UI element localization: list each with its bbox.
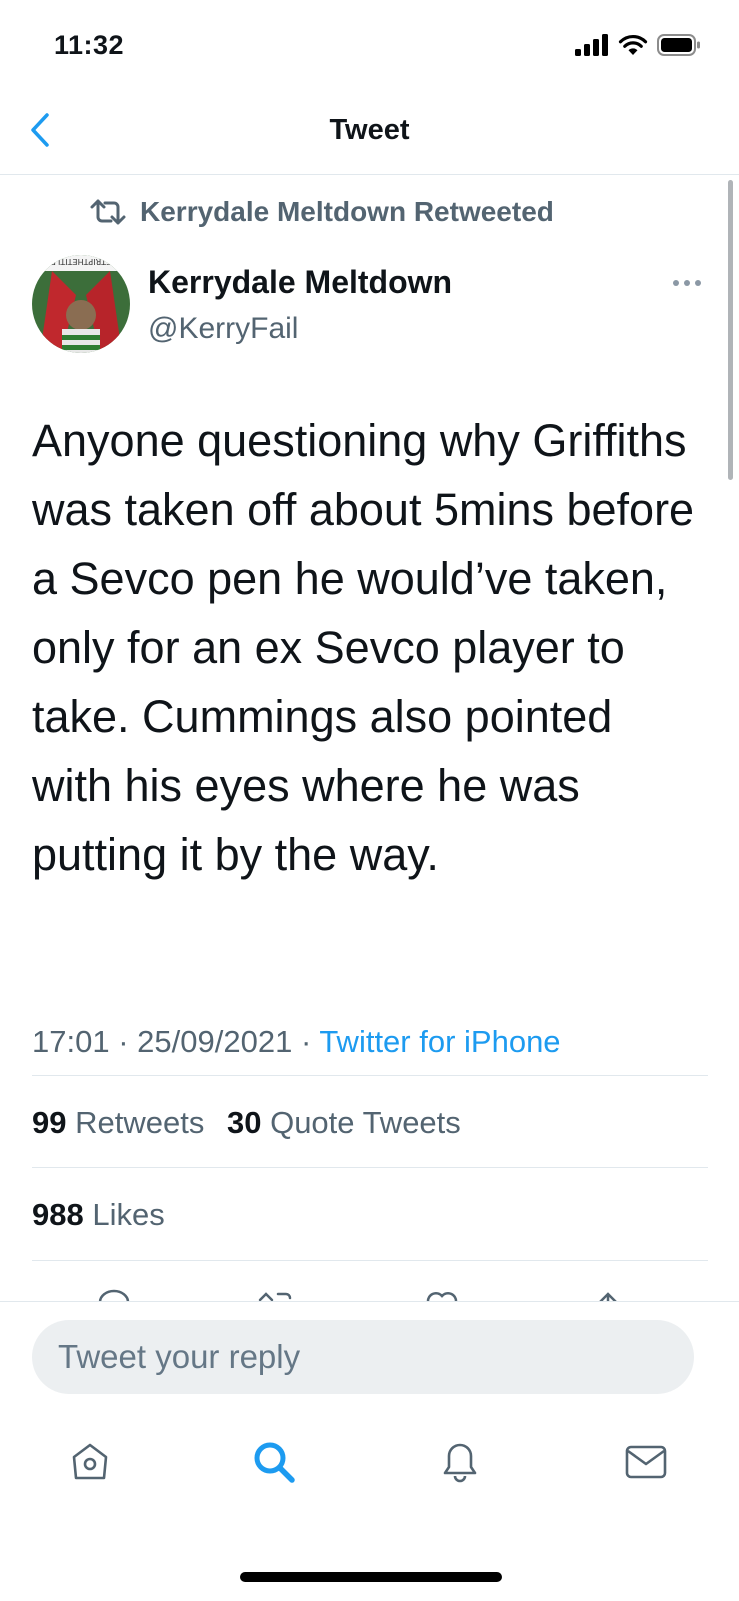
divider [32, 1075, 708, 1076]
reply-icon[interactable] [96, 1288, 132, 1302]
tab-notifications[interactable] [430, 1432, 490, 1492]
page-title: Tweet [329, 114, 410, 146]
tab-search[interactable] [244, 1432, 304, 1492]
home-indicator[interactable] [240, 1572, 502, 1582]
retweets-count: 99 [32, 1105, 67, 1140]
retweet-action-icon[interactable] [256, 1288, 296, 1302]
tab-bar [0, 1432, 739, 1492]
tweet-date: 25/09/2021 [137, 1024, 293, 1059]
like-icon[interactable] [424, 1288, 460, 1302]
home-icon [72, 1443, 108, 1480]
retweets-label: Retweets [75, 1105, 205, 1140]
likes-count: 988 [32, 1197, 84, 1232]
tab-messages[interactable] [616, 1432, 676, 1492]
share-icon[interactable] [592, 1288, 624, 1302]
likes-stat[interactable]: 988 Likes [32, 1197, 165, 1232]
meta-separator: · [300, 1024, 312, 1059]
battery-icon [657, 34, 700, 56]
meta-separator: · [118, 1024, 129, 1059]
nav-bar: Tweet [0, 92, 739, 175]
divider [32, 1167, 708, 1168]
status-time: 11:32 [54, 30, 125, 60]
status-bar: 11:32 [0, 0, 739, 92]
scroll-indicator[interactable] [728, 180, 733, 480]
more-dot [684, 280, 690, 286]
engagement-stats: 99 Retweets 30 Quote Tweets [32, 1105, 475, 1141]
likes-stats: 988 Likes [32, 1197, 179, 1233]
reply-bar [0, 1301, 739, 1601]
avatar-caption: STRIPTHETITLE [51, 257, 111, 266]
likes-label: Likes [92, 1197, 165, 1232]
retweets-stat[interactable]: 99 Retweets [32, 1105, 204, 1140]
quotes-count: 30 [226, 1105, 262, 1140]
quote-tweets-stat[interactable]: 30 Quote Tweets [227, 1105, 461, 1140]
notifications-bell-icon [443, 1443, 477, 1483]
divider [32, 1260, 708, 1261]
author-name[interactable]: Kerrydale Meltdown [148, 264, 452, 301]
tweet-action-bar [0, 1282, 739, 1302]
status-icons [575, 34, 701, 56]
tweet-time: 17:01 [32, 1024, 110, 1059]
tweet-source-link[interactable]: Twitter for iPhone [319, 1024, 560, 1059]
retweet-banner-text: Kerrydale Meltdown Retweeted [140, 196, 554, 227]
tweet-meta: 17:01 · 25/09/2021 · Twitter for iPhone [32, 1024, 561, 1060]
reply-input[interactable] [32, 1320, 694, 1394]
retweet-banner[interactable]: Kerrydale Meltdown Retweeted [88, 196, 554, 228]
search-icon [254, 1442, 295, 1483]
author-handle[interactable]: @KerryFail [148, 312, 298, 346]
tab-home[interactable] [60, 1432, 120, 1492]
more-icon[interactable] [673, 280, 701, 286]
cellular-signal-icon [575, 34, 608, 56]
wifi-icon [618, 34, 648, 55]
quotes-label: Quote Tweets [270, 1105, 461, 1140]
messages-mail-icon [625, 1445, 667, 1479]
more-dot [673, 280, 679, 286]
retweet-icon [90, 199, 126, 225]
avatar[interactable]: STRIPTHETITLE [32, 255, 130, 353]
avatar-image: STRIPTHETITLE [32, 255, 130, 353]
tweet-text: Anyone questioning why Griffiths was tak… [32, 415, 695, 880]
more-dot [695, 280, 701, 286]
